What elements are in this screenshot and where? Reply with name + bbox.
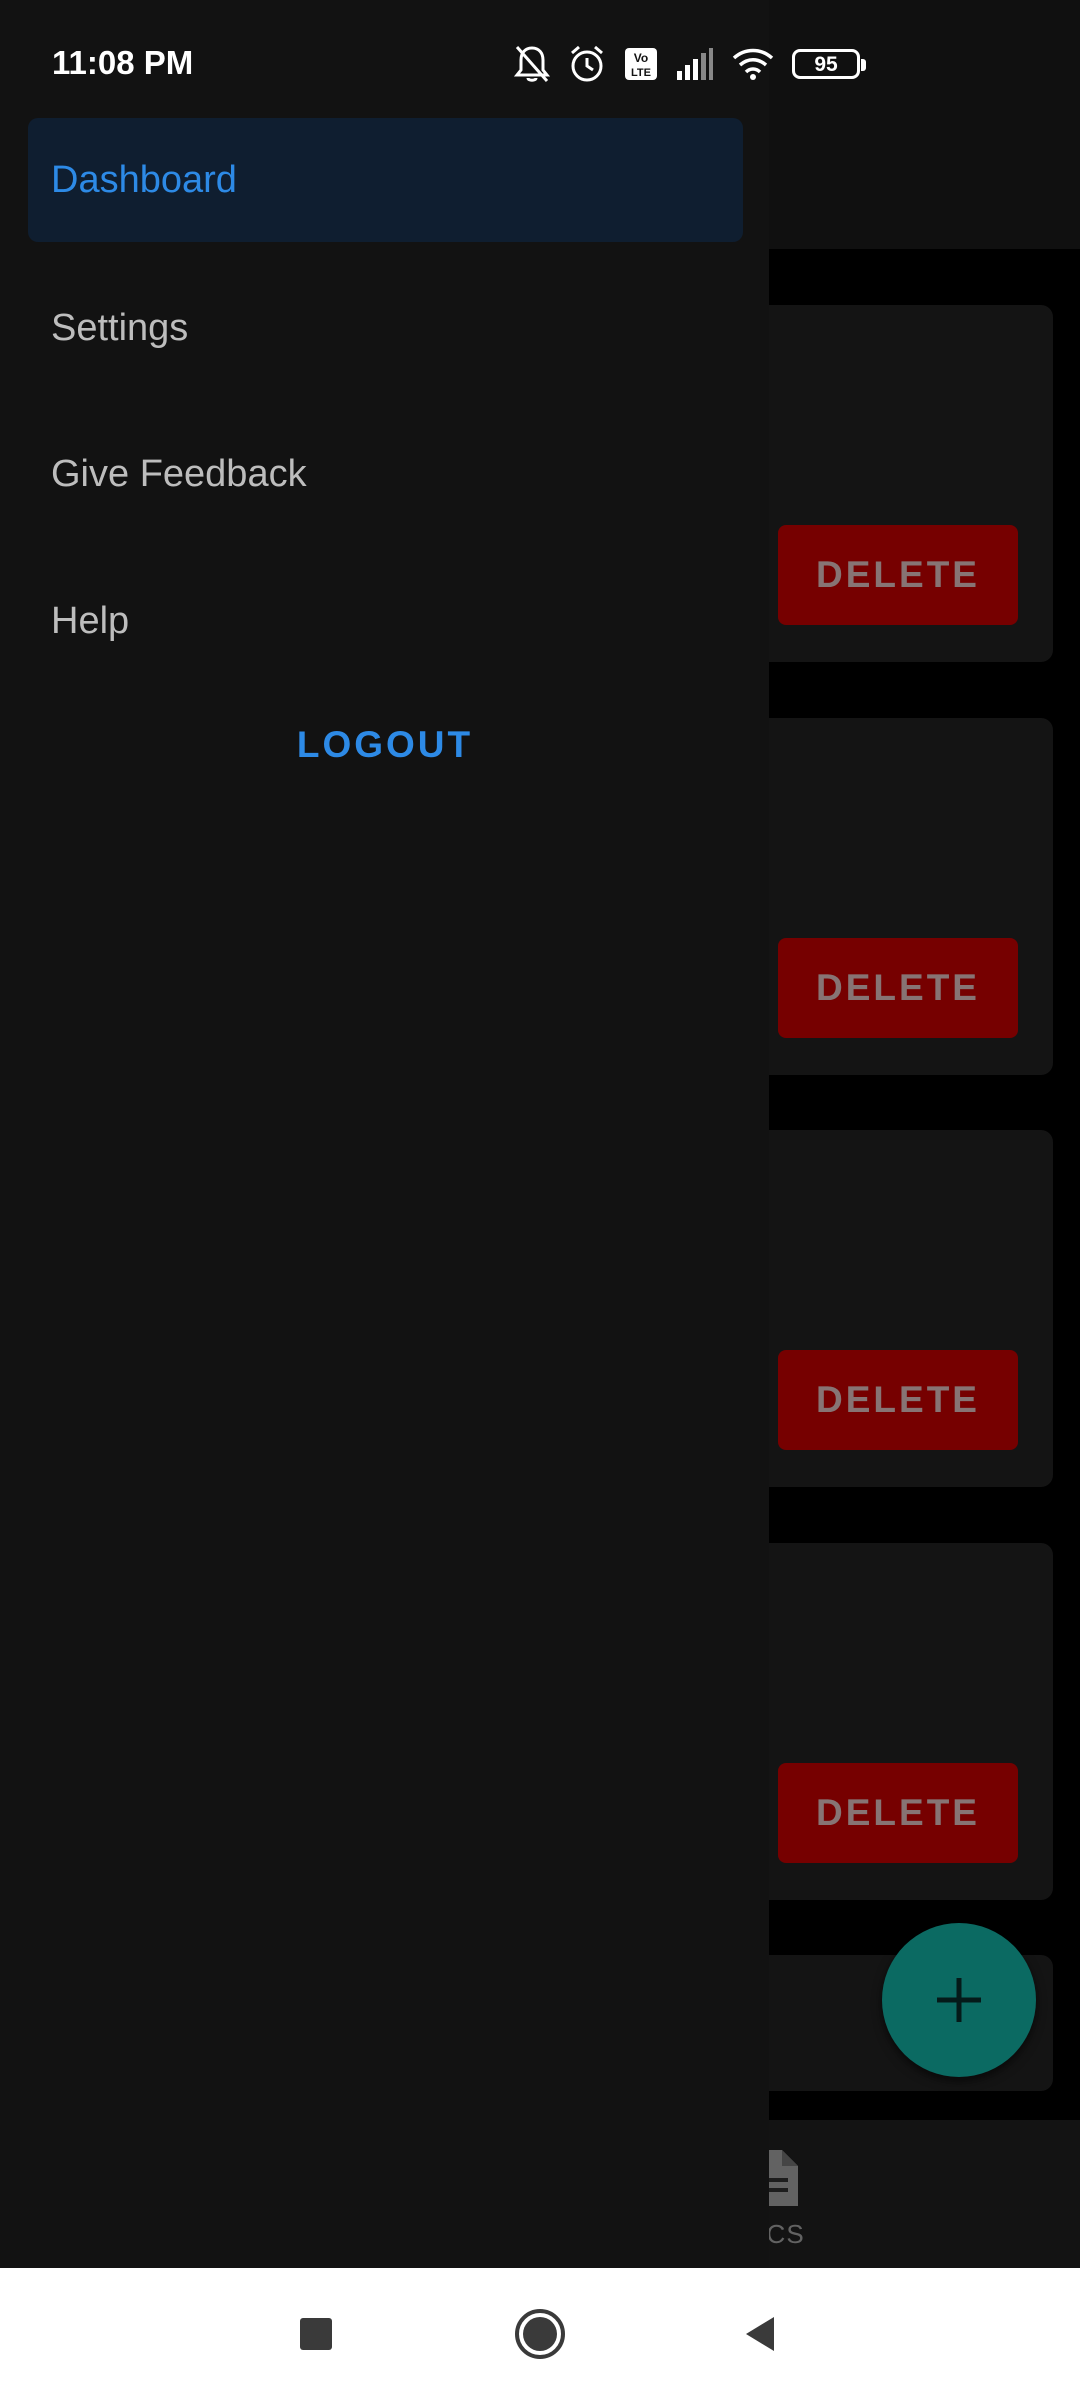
svg-text:LTE: LTE — [631, 67, 651, 79]
battery-icon: 95 — [792, 49, 866, 79]
recents-button[interactable] — [284, 2302, 348, 2366]
drawer-item-label: Dashboard — [51, 158, 237, 201]
battery-level: 95 — [814, 52, 838, 76]
home-button[interactable] — [508, 2302, 572, 2366]
drawer-item-label: Help — [51, 599, 130, 642]
navigation-drawer: Dashboard Settings Give Feedback Help LO… — [0, 0, 769, 2268]
volte-icon: Vo LTE — [625, 48, 657, 80]
system-navigation-bar — [0, 2268, 1080, 2400]
back-button[interactable] — [728, 2302, 792, 2366]
triangle-back-icon — [746, 2317, 774, 2351]
wifi-icon — [732, 48, 774, 80]
status-bar: 11:08 PM Vo LTE 95 — [0, 0, 1080, 118]
drawer-item-settings[interactable]: Settings — [28, 266, 743, 390]
drawer-item-label: Give Feedback — [51, 452, 307, 495]
drawer-item-dashboard[interactable]: Dashboard — [28, 118, 743, 242]
status-icons: Vo LTE 95 — [514, 40, 866, 88]
square-icon — [300, 2318, 332, 2350]
svg-text:Vo: Vo — [634, 51, 648, 65]
drawer-item-label: Settings — [51, 306, 189, 349]
notifications-off-icon — [514, 46, 550, 82]
logout-button[interactable]: LOGOUT — [250, 705, 520, 785]
status-time: 11:08 PM — [52, 44, 194, 81]
drawer-item-help[interactable]: Help — [28, 559, 743, 683]
signal-icon — [677, 48, 713, 80]
drawer-item-give-feedback[interactable]: Give Feedback — [28, 412, 743, 536]
circle-icon — [515, 2309, 565, 2359]
alarm-icon — [571, 45, 603, 82]
